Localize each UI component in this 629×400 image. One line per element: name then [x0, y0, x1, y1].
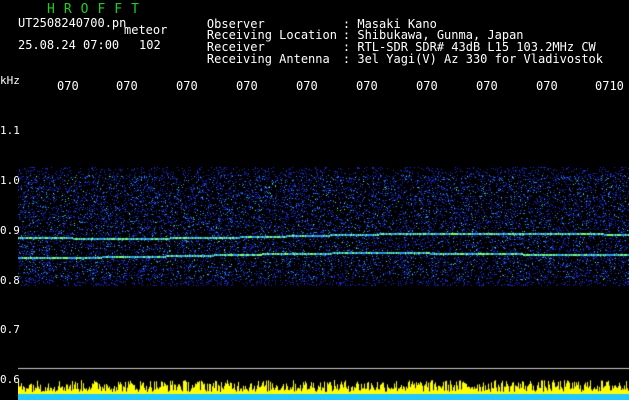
freq-tick: 1.1	[0, 124, 20, 137]
time-tick: 070	[236, 79, 258, 93]
time-tick: 070	[296, 79, 318, 93]
meta-value: : 3el Yagi(V) Az 330 for Vladivostok	[342, 52, 603, 66]
time-tick: 070	[57, 79, 79, 93]
time-tick: 070	[476, 79, 498, 93]
time-tick: 070	[116, 79, 138, 93]
mode-label: meteor	[124, 23, 168, 37]
freq-tick: 0.8	[0, 274, 20, 287]
time-tick: 070	[536, 79, 558, 93]
freq-tick: 0.6	[0, 373, 20, 386]
meta-antenna: Receiving Antenna : 3el Yagi(V) Az 330 fo…	[178, 41, 603, 77]
freq-tick: 0.9	[0, 224, 20, 237]
freq-tick: 1.0	[0, 174, 20, 187]
meteor-count: 102	[139, 38, 161, 52]
frequency-unit-label: kHz	[0, 74, 20, 87]
record-datetime: 25.08.24 07:00	[18, 38, 120, 52]
file-name: UT2508240700.pn	[18, 16, 127, 30]
freq-tick: 0.7	[0, 323, 20, 336]
time-tick: 0710	[595, 79, 624, 93]
time-tick: 070	[416, 79, 438, 93]
app-logo: HROFFT	[47, 2, 148, 17]
time-tick: 070	[356, 79, 378, 93]
hrofft-window: HROFFT UT2508240700.pn meteor 25.08.24 0…	[0, 0, 629, 400]
spectrogram-canvas	[18, 95, 629, 400]
time-tick: 070	[176, 79, 198, 93]
meta-key: Receiving Antenna	[206, 52, 330, 66]
